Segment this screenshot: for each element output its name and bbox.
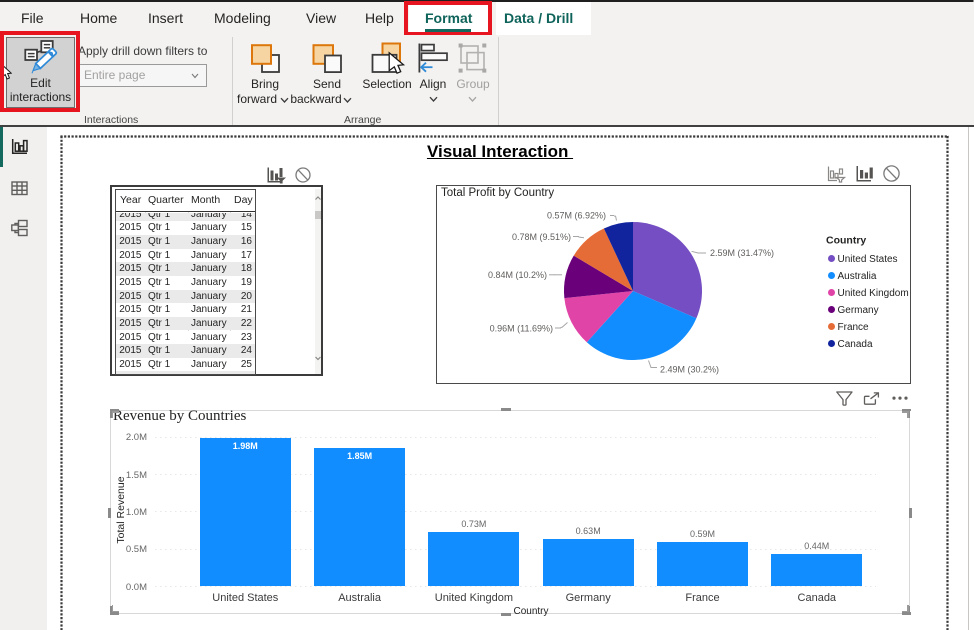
svg-text:2.49M (30.2%): 2.49M (30.2%)	[660, 365, 719, 375]
svg-text:Australia: Australia	[838, 271, 877, 282]
svg-text:United States: United States	[838, 254, 898, 265]
svg-text:Canada: Canada	[838, 339, 873, 350]
svg-text:United Kingdom: United Kingdom	[838, 288, 909, 299]
svg-text:0.96M (11.69%): 0.96M (11.69%)	[490, 324, 553, 334]
svg-text:France: France	[838, 322, 870, 333]
svg-text:0.84M (10.2%): 0.84M (10.2%)	[488, 270, 547, 280]
svg-text:Country: Country	[826, 235, 866, 247]
svg-text:Germany: Germany	[838, 305, 879, 316]
svg-text:0.78M (9.51%): 0.78M (9.51%)	[512, 232, 571, 242]
svg-text:2.59M (31.47%): 2.59M (31.47%)	[710, 248, 774, 258]
svg-text:0.57M (6.92%): 0.57M (6.92%)	[547, 211, 606, 221]
